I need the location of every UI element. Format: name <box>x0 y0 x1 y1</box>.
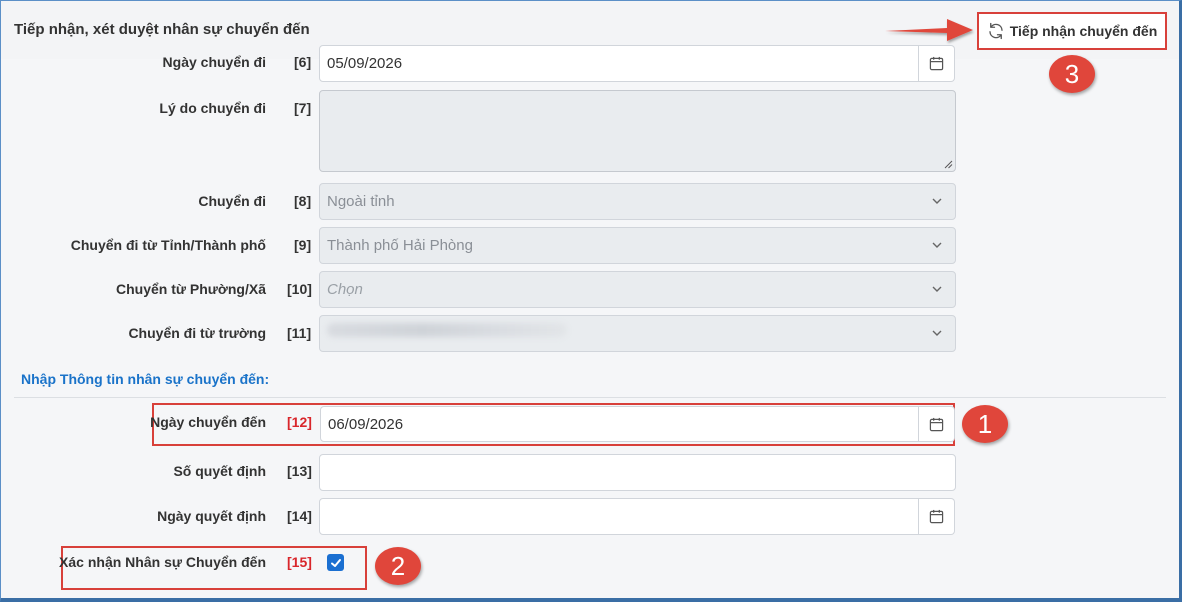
so-quyet-dinh-input[interactable] <box>319 454 956 491</box>
chuyen-di-select[interactable]: Ngoài tỉnh <box>319 183 956 220</box>
resize-handle-icon <box>944 160 953 169</box>
ngay-chuyen-den-num: [12] <box>287 414 312 430</box>
calendar-button-6[interactable] <box>919 45 955 82</box>
phuong-xa-select[interactable]: Chọn <box>319 271 956 308</box>
tinh-tp-num: [9] <box>294 237 312 253</box>
ngay-chuyen-den-value: 06/09/2026 <box>328 415 404 433</box>
chuyen-di-value: Ngoài tỉnh <box>327 193 395 210</box>
phuong-xa-num: [10] <box>287 281 312 297</box>
arrow-annotation <box>885 19 973 41</box>
calendar-icon <box>929 56 944 71</box>
step-badge-3: 3 <box>1049 55 1095 93</box>
chevron-down-icon <box>932 330 942 336</box>
so-quyet-dinh-num: [13] <box>287 463 312 479</box>
tinh-tp-value: Thành phố Hải Phòng <box>327 237 473 254</box>
ngay-chuyen-di-label: Ngày chuyển đi <box>162 54 266 70</box>
ngay-quyet-dinh-input[interactable] <box>319 498 919 535</box>
ly-do-num: [7] <box>294 100 312 116</box>
calendar-button-14[interactable] <box>919 498 955 535</box>
phuong-xa-placeholder: Chọn <box>327 281 363 298</box>
phuong-xa-label: Chuyển từ Phường/Xã <box>115 281 266 297</box>
xac-nhan-checkbox[interactable] <box>327 554 344 571</box>
section-divider <box>14 397 1166 398</box>
ngay-quyet-dinh-label: Ngày quyết định <box>157 508 266 524</box>
ngay-quyet-dinh-num: [14] <box>287 508 312 524</box>
calendar-icon <box>929 417 944 431</box>
chevron-down-icon <box>932 198 942 204</box>
truong-num: [11] <box>287 325 312 341</box>
ly-do-label: Lý do chuyển đi <box>159 100 266 116</box>
receive-transfer-button[interactable]: Tiếp nhận chuyển đến <box>977 12 1167 50</box>
truong-label: Chuyển đi từ trường <box>128 325 266 341</box>
refresh-icon <box>989 22 1003 40</box>
step-badge-2: 2 <box>375 547 421 585</box>
ly-do-textarea[interactable] <box>319 90 956 172</box>
calendar-button-12[interactable] <box>919 406 955 442</box>
chevron-down-icon <box>932 242 942 248</box>
blurred-school-name <box>327 323 567 337</box>
tinh-tp-label: Chuyển đi từ Tỉnh/Thành phố <box>70 237 266 253</box>
checkmark-icon <box>330 558 341 567</box>
calendar-icon <box>929 509 944 524</box>
section-title: Nhập Thông tin nhân sự chuyển đến: <box>21 371 270 387</box>
ngay-chuyen-den-input[interactable]: 06/09/2026 <box>320 406 919 442</box>
tinh-tp-select[interactable]: Thành phố Hải Phòng <box>319 227 956 264</box>
chevron-down-icon <box>932 286 942 292</box>
step-badge-1: 1 <box>962 405 1008 443</box>
ngay-chuyen-di-value: 05/09/2026 <box>327 55 403 72</box>
ngay-chuyen-di-input[interactable]: 05/09/2026 <box>319 45 919 82</box>
xac-nhan-label: Xác nhận Nhân sự Chuyển đến <box>59 554 266 570</box>
xac-nhan-num: [15] <box>287 554 312 570</box>
chuyen-di-num: [8] <box>294 193 312 209</box>
chuyen-di-label: Chuyển đi <box>198 193 266 209</box>
ngay-chuyen-den-label: Ngày chuyển đến <box>150 414 266 430</box>
window-frame: Tiếp nhận, xét duyệt nhân sự chuyển đến … <box>0 0 1182 602</box>
page-title: Tiếp nhận, xét duyệt nhân sự chuyển đến <box>14 21 310 38</box>
receive-transfer-label: Tiếp nhận chuyển đến <box>1009 23 1158 39</box>
so-quyet-dinh-label: Số quyết định <box>173 463 266 479</box>
ngay-chuyen-di-num: [6] <box>294 54 312 70</box>
